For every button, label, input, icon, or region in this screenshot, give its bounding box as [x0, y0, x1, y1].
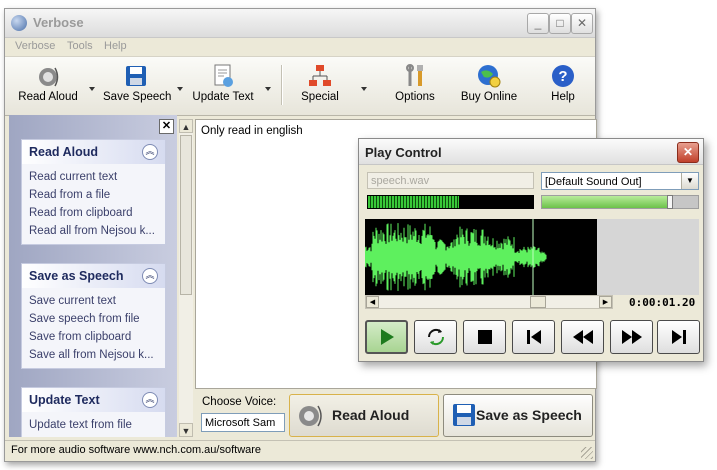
menu-bar: Verbose Tools Help — [5, 38, 595, 56]
hierarchy-icon — [307, 63, 333, 89]
play-control-title: Play Control — [365, 145, 442, 160]
skip-to-start-icon — [526, 330, 541, 344]
scroll-thumb[interactable] — [530, 296, 546, 308]
output-device-select[interactable]: [Default Sound Out] ▼ — [541, 172, 699, 190]
panel-header[interactable]: Save as Speech ︽ — [22, 264, 165, 288]
floppy-disk-icon — [123, 63, 149, 89]
help-toolbar-button[interactable]: ? Help — [545, 61, 581, 111]
link-read-from-clipboard[interactable]: Read from clipboard — [29, 204, 165, 222]
read-aloud-dropdown-arrow[interactable] — [89, 87, 95, 91]
menu-help[interactable]: Help — [104, 40, 127, 52]
volume-thumb[interactable] — [667, 195, 673, 209]
voice-select[interactable]: Microsoft Sam — [201, 413, 285, 432]
time-readout: 0:00:01.20 — [629, 296, 696, 309]
voice-action-bar: Choose Voice: Microsoft Sam Read Aloud S… — [195, 389, 595, 439]
stop-icon — [477, 330, 492, 344]
level-meter-fill — [368, 196, 459, 208]
special-dropdown-arrow[interactable] — [361, 87, 367, 91]
panel-header[interactable]: Read Aloud ︽ — [22, 140, 165, 164]
options-toolbar-button[interactable]: Options — [391, 61, 439, 111]
status-bar: For more audio software www.nch.com.au/s… — [5, 440, 595, 461]
panel-header[interactable]: Update Text ︽ — [22, 388, 165, 412]
scroll-up-arrow-icon[interactable]: ▲ — [179, 119, 193, 133]
resize-grip[interactable] — [581, 447, 593, 459]
loop-button[interactable] — [414, 320, 457, 354]
volume-fill — [542, 196, 670, 208]
tools-icon — [402, 63, 428, 89]
save-speech-dropdown-arrow[interactable] — [177, 87, 183, 91]
status-text: For more audio software www.nch.com.au/s… — [11, 444, 262, 456]
stop-button[interactable] — [463, 320, 506, 354]
question-mark-icon: ? — [550, 63, 576, 89]
link-save-from-clipboard[interactable]: Save from clipboard — [29, 328, 165, 346]
panel-update-text: Update Text ︽ Update text from file — [21, 387, 166, 437]
update-text-toolbar-button[interactable]: Update Text — [191, 61, 255, 111]
rewind-icon — [572, 330, 593, 344]
close-button[interactable]: ✕ — [571, 13, 593, 34]
skip-to-end-icon — [671, 330, 686, 344]
sidebar-scrollbar[interactable]: ▲ ▼ — [179, 119, 193, 437]
loop-icon — [427, 328, 444, 346]
link-read-current-text[interactable]: Read current text — [29, 168, 165, 186]
toolbar: Read Aloud Save Speech Update Text Speci… — [5, 56, 595, 116]
menu-tools[interactable]: Tools — [67, 40, 93, 52]
editor-text: Only read in english — [201, 125, 303, 137]
task-sidebar: ✕ Read Aloud ︽ Read current text Read fr… — [9, 115, 177, 437]
rewind-button[interactable] — [561, 320, 604, 354]
waveform-scrollbar[interactable]: ◀ ▶ — [365, 295, 613, 309]
app-icon — [11, 15, 27, 31]
minimize-button[interactable]: _ — [527, 13, 549, 34]
buy-online-toolbar-button[interactable]: Buy Online — [459, 61, 519, 111]
file-name-field: speech.wav — [367, 172, 534, 189]
panel-read-aloud: Read Aloud ︽ Read current text Read from… — [21, 139, 166, 245]
play-control-window: Play Control ✕ speech.wav [Default Sound… — [358, 138, 704, 362]
play-control-title-bar: Play Control ✕ — [359, 139, 703, 165]
maximize-button[interactable]: □ — [549, 13, 571, 34]
scroll-right-arrow-icon[interactable]: ▶ — [599, 296, 612, 308]
link-read-all-from[interactable]: Read all from Nejsou k... — [29, 222, 165, 240]
scroll-thumb[interactable] — [180, 135, 192, 295]
document-refresh-icon — [210, 63, 236, 89]
fast-forward-icon — [621, 330, 642, 344]
level-meter — [367, 195, 534, 209]
link-update-text-from-file[interactable]: Update text from file — [29, 416, 165, 434]
menu-verbose[interactable]: Verbose — [15, 40, 55, 52]
waveform — [365, 219, 547, 295]
link-save-all-from[interactable]: Save all from Nejsou k... — [29, 346, 165, 364]
save-as-speech-button[interactable]: Save as Speech — [443, 394, 593, 437]
waveform-view[interactable] — [365, 219, 699, 295]
link-read-from-file[interactable]: Read from a file — [29, 186, 165, 204]
save-speech-toolbar-button[interactable]: Save Speech — [103, 61, 171, 111]
window-title: Verbose — [33, 15, 84, 30]
collapse-chevron-icon[interactable]: ︽ — [142, 144, 158, 160]
play-control-close-button[interactable]: ✕ — [677, 142, 699, 163]
choose-voice-label: Choose Voice: — [202, 396, 277, 408]
speaker-icon — [35, 63, 61, 89]
fast-forward-button[interactable] — [610, 320, 653, 354]
collapse-chevron-icon[interactable]: ︽ — [142, 392, 158, 408]
scroll-down-arrow-icon[interactable]: ▼ — [179, 423, 193, 437]
update-text-dropdown-arrow[interactable] — [265, 87, 271, 91]
play-icon — [380, 329, 394, 345]
play-button[interactable] — [365, 320, 408, 354]
read-aloud-toolbar-button[interactable]: Read Aloud — [17, 61, 79, 111]
volume-slider[interactable] — [541, 195, 699, 209]
chevron-down-icon[interactable]: ▼ — [681, 173, 698, 189]
link-save-current-text[interactable]: Save current text — [29, 292, 165, 310]
sidebar-close-button[interactable]: ✕ — [159, 119, 174, 134]
toolbar-separator — [281, 65, 283, 105]
link-save-speech-from-file[interactable]: Save speech from file — [29, 310, 165, 328]
skip-to-start-button[interactable] — [512, 320, 555, 354]
special-toolbar-button[interactable]: Special — [295, 61, 345, 111]
speaker-icon — [296, 401, 326, 429]
skip-to-end-button[interactable] — [657, 320, 700, 354]
globe-icon — [476, 63, 502, 89]
read-aloud-button[interactable]: Read Aloud — [289, 394, 439, 437]
collapse-chevron-icon[interactable]: ︽ — [142, 268, 158, 284]
panel-save-as-speech: Save as Speech ︽ Save current text Save … — [21, 263, 166, 369]
svg-text:?: ? — [558, 68, 567, 85]
title-bar: Verbose _ □ ✕ — [5, 9, 595, 38]
scroll-left-arrow-icon[interactable]: ◀ — [366, 296, 379, 308]
